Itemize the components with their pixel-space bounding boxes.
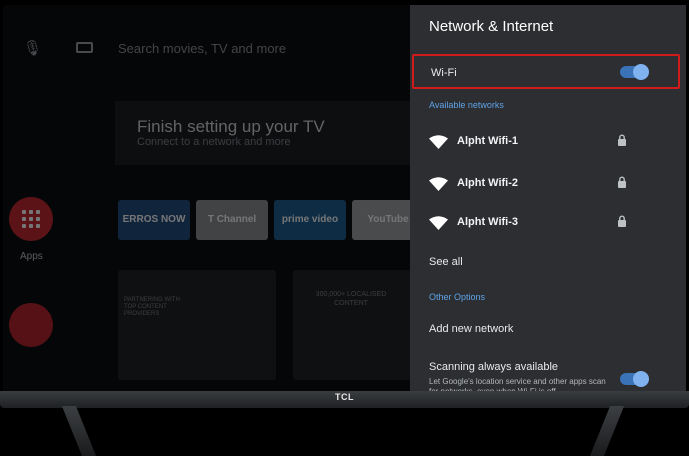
app-tile-tchannel[interactable]: T Channel	[196, 200, 268, 240]
network-item[interactable]: Alpht Wifi-1	[429, 132, 669, 152]
network-item[interactable]: Alpht Wifi-2	[429, 174, 669, 194]
add-new-network-item[interactable]: Add new network	[429, 323, 513, 335]
promo-card-right[interactable]	[293, 270, 411, 380]
setup-title: Finish setting up your TV	[137, 117, 325, 136]
promo-channel-icon[interactable]	[9, 303, 53, 347]
wifi-label: Wi-Fi	[431, 67, 457, 79]
lock-icon	[618, 134, 626, 146]
network-name: Alpht Wifi-3	[457, 216, 518, 228]
network-name: Alpht Wifi-1	[457, 135, 518, 147]
microphone-icon[interactable]: 🎙	[23, 39, 42, 57]
scanning-toggle-switch[interactable]	[620, 371, 649, 387]
promo-right-text: 300,000+ LOCALISED CONTENT	[315, 291, 387, 307]
wifi-signal-icon	[429, 177, 448, 191]
wifi-toggle-switch[interactable]	[620, 64, 649, 80]
wifi-toggle-row[interactable]: Wi-Fi	[412, 54, 680, 89]
tv-stand-left	[61, 406, 97, 456]
other-options-label: Other Options	[429, 292, 486, 302]
see-all-link[interactable]: See all	[429, 256, 463, 268]
app-tile-primevideo[interactable]: prime video	[274, 200, 346, 240]
tv-brand-logo: TCL	[335, 392, 354, 402]
available-networks-label: Available networks	[429, 100, 504, 110]
tv-frame: 🎙 Search movies, TV and more Finish sett…	[0, 0, 689, 456]
home-screen-background: 🎙 Search movies, TV and more Finish sett…	[3, 5, 424, 393]
setup-subtitle: Connect to a network and more	[137, 136, 291, 148]
lock-icon	[618, 176, 626, 188]
apps-grid-icon	[22, 210, 40, 228]
search-placeholder[interactable]: Search movies, TV and more	[118, 41, 286, 56]
network-settings-panel: Network & Internet Wi-Fi Available netwo…	[410, 5, 686, 393]
tv-stand-right	[589, 406, 625, 456]
apps-label: Apps	[20, 251, 43, 262]
wifi-signal-icon	[429, 216, 448, 230]
wifi-signal-icon	[429, 135, 448, 149]
tv-bezel: TCL	[0, 391, 689, 408]
promo-card-left[interactable]	[118, 270, 276, 380]
app-tile-erosnow[interactable]: ERROS NOW	[118, 200, 190, 240]
network-item[interactable]: Alpht Wifi-3	[429, 213, 669, 233]
panel-title: Network & Internet	[429, 18, 554, 35]
lock-icon	[618, 215, 626, 227]
promo-left-text: PARTNERING WITH TOP CONTENT PROVIDERS	[124, 297, 180, 317]
keyboard-icon[interactable]	[76, 42, 93, 53]
scanning-always-available-item[interactable]: Scanning always available	[429, 361, 558, 373]
network-name: Alpht Wifi-2	[457, 177, 518, 189]
